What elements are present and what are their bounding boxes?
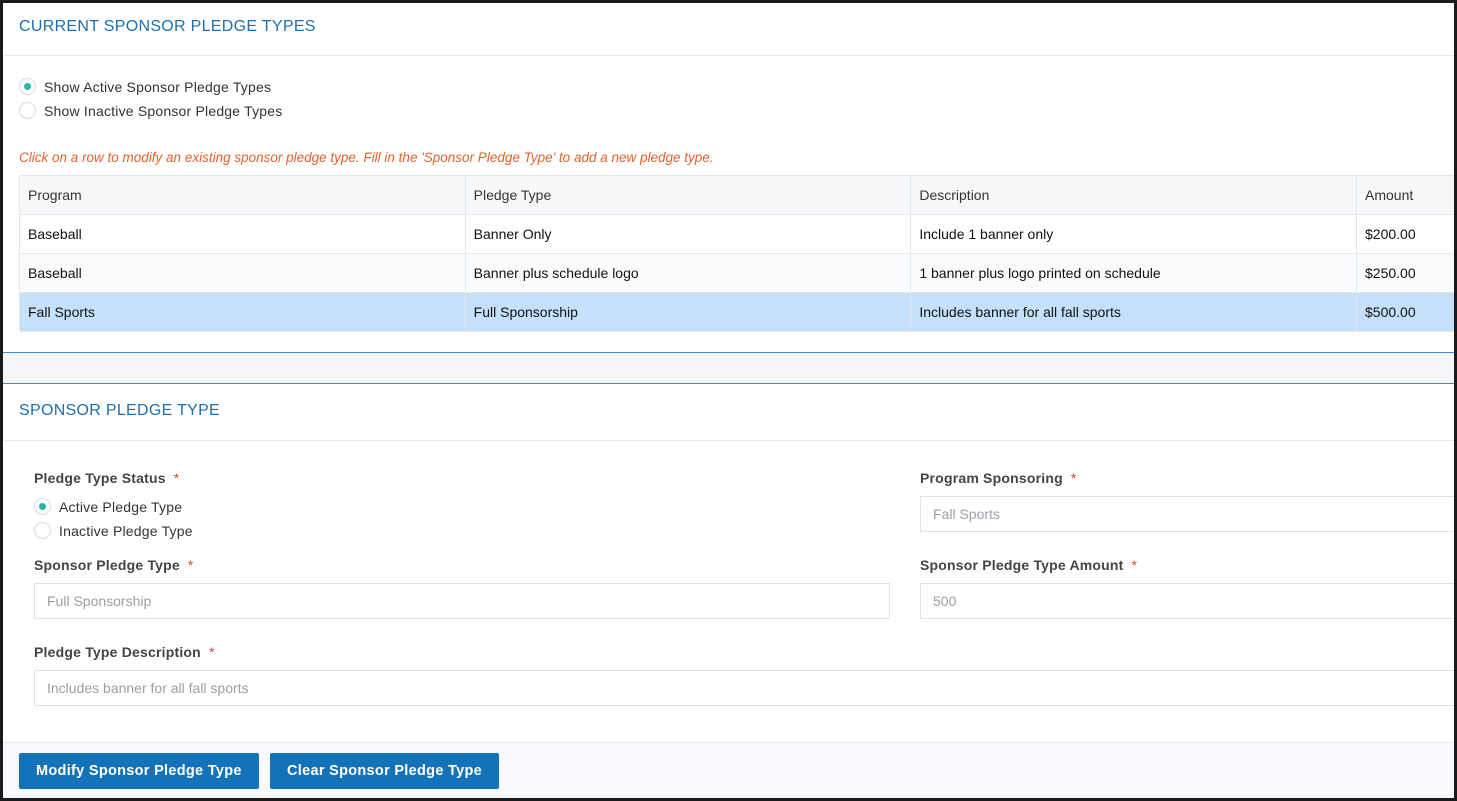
status-inactive-option[interactable]: Inactive Pledge Type <box>34 522 193 539</box>
amount-field-label: Sponsor Pledge Type Amount * <box>920 557 1137 573</box>
required-asterisk: * <box>1070 470 1077 486</box>
filter-active-option[interactable]: Show Active Sponsor Pledge Types <box>19 78 271 95</box>
cell-pledge-type: Full Sponsorship <box>464 292 912 332</box>
pledge-types-table: Program Pledge Type Description Amount B… <box>19 175 1454 332</box>
column-header-pledge-type[interactable]: Pledge Type <box>464 175 912 215</box>
cell-pledge-type: Banner plus schedule logo <box>464 253 912 293</box>
required-asterisk: * <box>173 470 180 486</box>
status-inactive-label: Inactive Pledge Type <box>59 522 193 539</box>
description-field-label: Pledge Type Description * <box>34 644 215 660</box>
form-section-header: SPONSOR PLEDGE TYPE <box>3 385 1454 441</box>
cell-description: 1 banner plus logo printed on schedule <box>910 253 1358 293</box>
modify-pledge-type-button[interactable]: Modify Sponsor Pledge Type <box>19 753 259 789</box>
required-asterisk: * <box>1131 557 1138 573</box>
list-section-title: CURRENT SPONSOR PLEDGE TYPES <box>19 18 316 35</box>
table-row-selected[interactable]: Fall Sports Full Sponsorship Includes ba… <box>19 292 1454 332</box>
app-frame: CURRENT SPONSOR PLEDGE TYPES Show Active… <box>0 0 1457 801</box>
table-hint-text: Click on a row to modify an existing spo… <box>19 150 714 165</box>
program-select[interactable]: Fall Sports <box>920 496 1454 532</box>
pledge-type-field-label: Sponsor Pledge Type * <box>34 557 194 573</box>
pledge-type-label-text: Sponsor Pledge Type <box>34 557 180 573</box>
amount-input[interactable]: 500 <box>920 583 1454 619</box>
cell-description: Includes banner for all fall sports <box>910 292 1358 332</box>
status-active-radio[interactable] <box>34 498 51 515</box>
pledge-type-input[interactable]: Full Sponsorship <box>34 583 890 619</box>
filter-active-radio[interactable] <box>19 78 36 95</box>
table-row[interactable]: Baseball Banner Only Include 1 banner on… <box>19 214 1454 254</box>
required-asterisk: * <box>187 557 194 573</box>
table-row[interactable]: Baseball Banner plus schedule logo 1 ban… <box>19 253 1454 293</box>
form-section-title: SPONSOR PLEDGE TYPE <box>19 402 221 419</box>
filter-inactive-radio[interactable] <box>19 102 36 119</box>
filter-inactive-label: Show Inactive Sponsor Pledge Types <box>44 102 283 119</box>
list-section-header: CURRENT SPONSOR PLEDGE TYPES <box>3 3 1454 56</box>
column-header-description[interactable]: Description <box>910 175 1358 215</box>
column-header-amount[interactable]: Amount <box>1356 175 1454 215</box>
amount-label-text: Sponsor Pledge Type Amount <box>920 557 1124 573</box>
program-field-label: Program Sponsoring * <box>920 470 1077 486</box>
filter-inactive-option[interactable]: Show Inactive Sponsor Pledge Types <box>19 102 282 119</box>
cell-amount: $500.00 <box>1356 292 1454 332</box>
cell-program: Fall Sports <box>19 292 466 332</box>
status-active-label: Active Pledge Type <box>59 498 183 515</box>
description-label-text: Pledge Type Description <box>34 644 201 660</box>
required-asterisk: * <box>208 644 215 660</box>
clear-pledge-type-button[interactable]: Clear Sponsor Pledge Type <box>270 753 499 789</box>
status-field-label: Pledge Type Status * <box>34 470 179 486</box>
section-divider <box>3 352 1454 384</box>
cell-description: Include 1 banner only <box>910 214 1358 254</box>
cell-pledge-type: Banner Only <box>464 214 912 254</box>
table-header-row: Program Pledge Type Description Amount <box>19 175 1454 215</box>
status-inactive-radio[interactable] <box>34 522 51 539</box>
cell-program: Baseball <box>19 214 466 254</box>
status-active-option[interactable]: Active Pledge Type <box>34 498 182 515</box>
cell-amount: $250.00 <box>1356 253 1454 293</box>
column-header-program[interactable]: Program <box>19 175 466 215</box>
program-label-text: Program Sponsoring <box>920 470 1063 486</box>
cell-amount: $200.00 <box>1356 214 1454 254</box>
description-input[interactable]: Includes banner for all fall sports <box>34 670 1454 706</box>
filter-active-label: Show Active Sponsor Pledge Types <box>44 78 272 95</box>
status-label-text: Pledge Type Status <box>34 470 166 486</box>
cell-program: Baseball <box>19 253 466 293</box>
